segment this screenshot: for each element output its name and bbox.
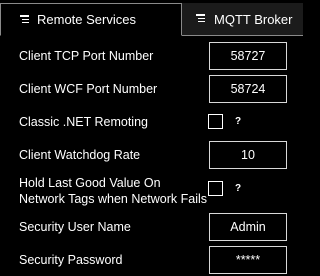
- tab-divider: [182, 35, 303, 36]
- remote-services-panel: Remote Services MQTT Broker Client TCP P…: [0, 0, 303, 276]
- tab-mqtt-broker[interactable]: MQTT Broker: [182, 3, 303, 36]
- tab-label: Remote Services: [37, 12, 136, 27]
- list-icon: [196, 14, 205, 23]
- tcp-port-label: Client TCP Port Number: [19, 49, 154, 63]
- security-password-row: Security Password: [0, 244, 303, 274]
- net-remoting-label: Classic .NET Remoting: [19, 115, 148, 129]
- watchdog-rate-input[interactable]: [209, 141, 287, 169]
- security-user-row: Security User Name: [0, 211, 303, 241]
- tcp-port-input[interactable]: [209, 42, 287, 70]
- list-icon: [20, 15, 29, 24]
- tab-label: MQTT Broker: [214, 11, 293, 27]
- hold-last-good-help-icon[interactable]: ?: [232, 182, 244, 196]
- security-password-input[interactable]: [209, 246, 287, 274]
- watchdog-rate-row: Client Watchdog Rate: [0, 140, 303, 170]
- watchdog-rate-label: Client Watchdog Rate: [19, 148, 141, 162]
- hold-last-good-label-line2: Network Tags when Network Fails: [19, 192, 208, 206]
- hold-last-good-checkbox[interactable]: [208, 181, 223, 196]
- wcf-port-row: Client WCF Port Number: [0, 74, 303, 104]
- net-remoting-checkbox[interactable]: [208, 114, 223, 129]
- hold-last-good-row: Hold Last Good Value On Network Tags whe…: [0, 174, 303, 210]
- wcf-port-input[interactable]: [209, 75, 287, 103]
- tcp-port-row: Client TCP Port Number: [0, 41, 303, 71]
- tab-bar: Remote Services MQTT Broker: [0, 0, 303, 38]
- tab-remote-services[interactable]: Remote Services: [0, 3, 182, 36]
- security-password-label: Security Password: [19, 253, 123, 267]
- security-user-label: Security User Name: [19, 220, 131, 234]
- net-remoting-help-icon[interactable]: ?: [232, 115, 244, 129]
- hold-last-good-label-line1: Hold Last Good Value On: [19, 176, 161, 190]
- net-remoting-row: Classic .NET Remoting ?: [0, 107, 303, 137]
- security-user-input[interactable]: [209, 213, 287, 241]
- wcf-port-label: Client WCF Port Number: [19, 82, 158, 96]
